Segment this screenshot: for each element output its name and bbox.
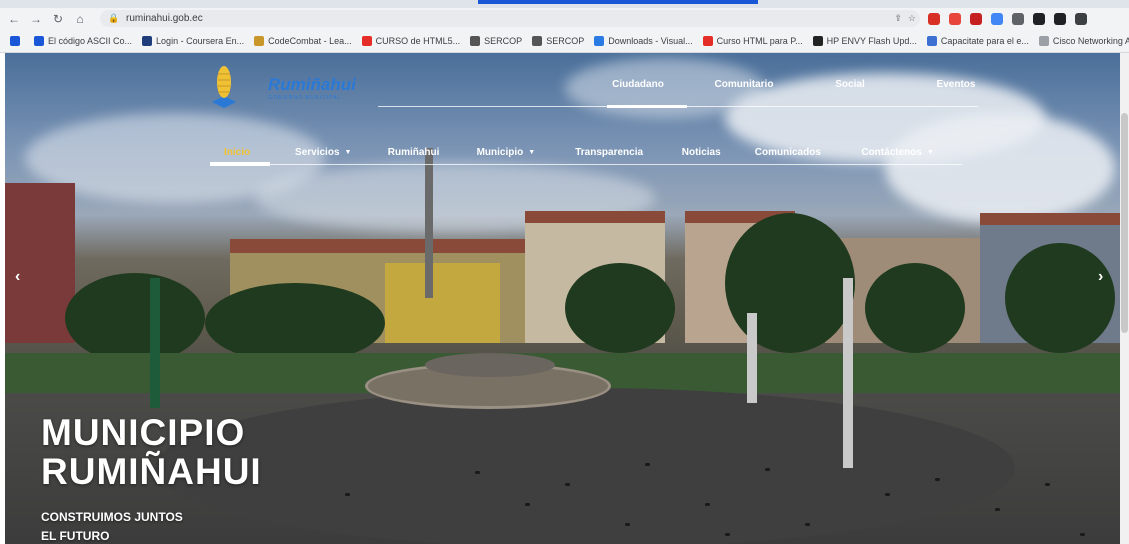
bookmark-label: El código ASCII Co...	[48, 36, 133, 46]
scrollbar-thumb[interactable]	[1121, 113, 1128, 333]
extensions-area	[928, 10, 1087, 28]
main-nav-divider	[210, 164, 962, 165]
extension-icon[interactable]	[949, 13, 961, 25]
bookmark-item[interactable]: SERCOP	[470, 36, 522, 46]
bookmark-label: Capacitate para el e...	[940, 36, 1029, 46]
nav-contactenos-label[interactable]: Contáctenos	[861, 147, 922, 158]
top-nav-ciudadano[interactable]: Ciudadano	[585, 79, 691, 90]
bookmark-item[interactable]: CodeCombat - Lea...	[254, 36, 352, 46]
bookmark-label: Login - Coursera En...	[156, 36, 245, 46]
bookmark-label: Cisco Networking A...	[1052, 36, 1129, 46]
home-icon[interactable]: ⌂	[72, 11, 88, 27]
carousel-next-icon[interactable]: ›	[1098, 268, 1103, 286]
top-nav: Ciudadano Comunitario Social Eventos	[585, 79, 1009, 90]
hero-subtitle-line2: EL FUTURO	[41, 529, 110, 543]
bookmark-favicon-icon	[702, 36, 713, 46]
browser-toolbar: ← → ↻ ⌂ 🔒 ruminahui.gob.ec ⇪ ☆	[0, 8, 1129, 30]
bookmark-star-icon[interactable]: ☆	[908, 13, 916, 24]
top-nav-eventos[interactable]: Eventos	[903, 79, 1009, 90]
bookmarks-bar: El código ASCII Co... Login - Coursera En…	[0, 30, 1129, 53]
active-tab-indicator[interactable]	[478, 0, 758, 4]
extension-icon[interactable]	[1012, 13, 1024, 25]
bookmark-favicon-icon	[470, 36, 481, 46]
bookmark-favicon-icon	[142, 36, 153, 46]
share-icon[interactable]: ⇪	[894, 13, 902, 24]
nav-inicio[interactable]: Inicio	[210, 147, 295, 158]
bookmark-favicon-icon	[1038, 36, 1049, 46]
bookmark-label: SERCOP	[484, 36, 523, 46]
bookmark-label: CURSO de HTML5...	[375, 36, 461, 46]
extension-icon[interactable]	[1033, 13, 1045, 25]
bookmark-item[interactable]: Capacitate para el e...	[926, 36, 1029, 46]
bookmark-favicon-icon	[532, 36, 543, 46]
bookmark-item[interactable]: SERCOP	[532, 36, 584, 46]
site-logo[interactable]: Rumiñahui GOBIERNO MUNICIPAL	[210, 58, 380, 118]
url-text[interactable]: ruminahui.gob.ec	[126, 13, 203, 24]
top-nav-comunitario[interactable]: Comunitario	[691, 79, 797, 90]
chevron-down-icon[interactable]: ▼	[345, 149, 352, 156]
bookmark-item[interactable]: CURSO de HTML5...	[361, 36, 461, 46]
nav-ruminahui[interactable]: Rumiñahui	[388, 147, 477, 158]
bookmark-label: HP ENVY Flash Upd...	[826, 36, 917, 46]
top-nav-active-indicator	[607, 105, 687, 108]
hero-banner: Rumiñahui GOBIERNO MUNICIPAL Ciudadano C…	[5, 53, 1120, 544]
carousel-prev-icon[interactable]: ‹	[15, 268, 20, 286]
page-scrollbar[interactable]	[1120, 53, 1129, 544]
bookmark-item[interactable]: El código ASCII Co...	[34, 36, 132, 46]
nav-transparencia-label[interactable]: Transparencia	[575, 147, 643, 158]
bookmark-favicon-icon	[926, 36, 937, 46]
back-icon[interactable]: ←	[6, 11, 22, 27]
nav-ruminahui-label[interactable]: Rumiñahui	[388, 147, 440, 158]
main-nav-active-indicator	[210, 162, 270, 166]
bookmark-favicon-icon	[361, 36, 372, 46]
top-nav-social[interactable]: Social	[797, 79, 903, 90]
extension-icon[interactable]	[970, 13, 982, 25]
bookmark-item[interactable]: HP ENVY Flash Upd...	[812, 36, 917, 46]
nav-noticias-label[interactable]: Noticias	[682, 147, 721, 158]
extension-icon[interactable]	[1054, 13, 1066, 25]
hero-subtitle-line1: CONSTRUIMOS JUNTOS	[41, 510, 183, 524]
reload-icon[interactable]: ↻	[50, 11, 66, 27]
bookmark-item[interactable]: Cisco Networking A...	[1038, 36, 1129, 46]
extension-icon[interactable]	[991, 13, 1003, 25]
hero-subtitle: CONSTRUIMOS JUNTOS EL FUTURO	[41, 508, 183, 544]
hero-title: MUNICIPIO RUMIÑAHUI	[41, 413, 262, 491]
tab-strip	[0, 0, 1129, 8]
extension-icon[interactable]	[928, 13, 940, 25]
bookmark-label: Curso HTML para P...	[716, 36, 803, 46]
nav-inicio-label[interactable]: Inicio	[224, 147, 250, 158]
nav-servicios[interactable]: Servicios ▼	[295, 147, 388, 158]
nav-contactenos[interactable]: Contáctenos ▼	[861, 147, 960, 158]
hero-title-line2: RUMIÑAHUI	[41, 451, 262, 492]
bookmark-favicon-icon	[34, 36, 44, 46]
nav-municipio-label[interactable]: Municipio	[477, 147, 524, 158]
chevron-down-icon[interactable]: ▼	[927, 149, 934, 156]
bookmark-favicon-icon	[254, 36, 265, 46]
logo-subtitle: GOBIERNO MUNICIPAL	[268, 95, 342, 101]
bookmark-favicon-icon	[812, 36, 823, 46]
bookmark-label: Downloads - Visual...	[608, 36, 693, 46]
nav-municipio[interactable]: Municipio ▼	[477, 147, 576, 158]
bookmark-item[interactable]: Curso HTML para P...	[702, 36, 803, 46]
forward-icon[interactable]: →	[28, 11, 44, 27]
nav-transparencia[interactable]: Transparencia	[575, 147, 682, 158]
logo-name: Rumiñahui	[268, 75, 356, 94]
nav-comunicados[interactable]: Comunicados	[755, 147, 862, 158]
nav-servicios-label[interactable]: Servicios	[295, 147, 339, 158]
chevron-down-icon[interactable]: ▼	[528, 149, 535, 156]
bookmark-label: CodeCombat - Lea...	[268, 36, 352, 46]
lock-icon[interactable]: 🔒	[108, 13, 122, 24]
bookmark-item[interactable]: Downloads - Visual...	[594, 36, 693, 46]
corn-logo-icon	[210, 62, 238, 114]
bookmark-favicon-icon	[594, 36, 605, 46]
main-nav: Inicio Servicios ▼ Rumiñahui Municipio ▼ T…	[210, 137, 960, 167]
nav-comunicados-label[interactable]: Comunicados	[755, 147, 821, 158]
hero-title-line1: MUNICIPIO	[41, 412, 246, 453]
nav-noticias[interactable]: Noticias	[682, 147, 755, 158]
extension-icon[interactable]	[1075, 13, 1087, 25]
bookmark-item[interactable]: Login - Coursera En...	[142, 36, 244, 46]
apps-icon[interactable]	[10, 36, 24, 46]
address-bar[interactable]: 🔒 ruminahui.gob.ec ⇪ ☆	[100, 10, 920, 27]
bookmark-label: SERCOP	[546, 36, 585, 46]
